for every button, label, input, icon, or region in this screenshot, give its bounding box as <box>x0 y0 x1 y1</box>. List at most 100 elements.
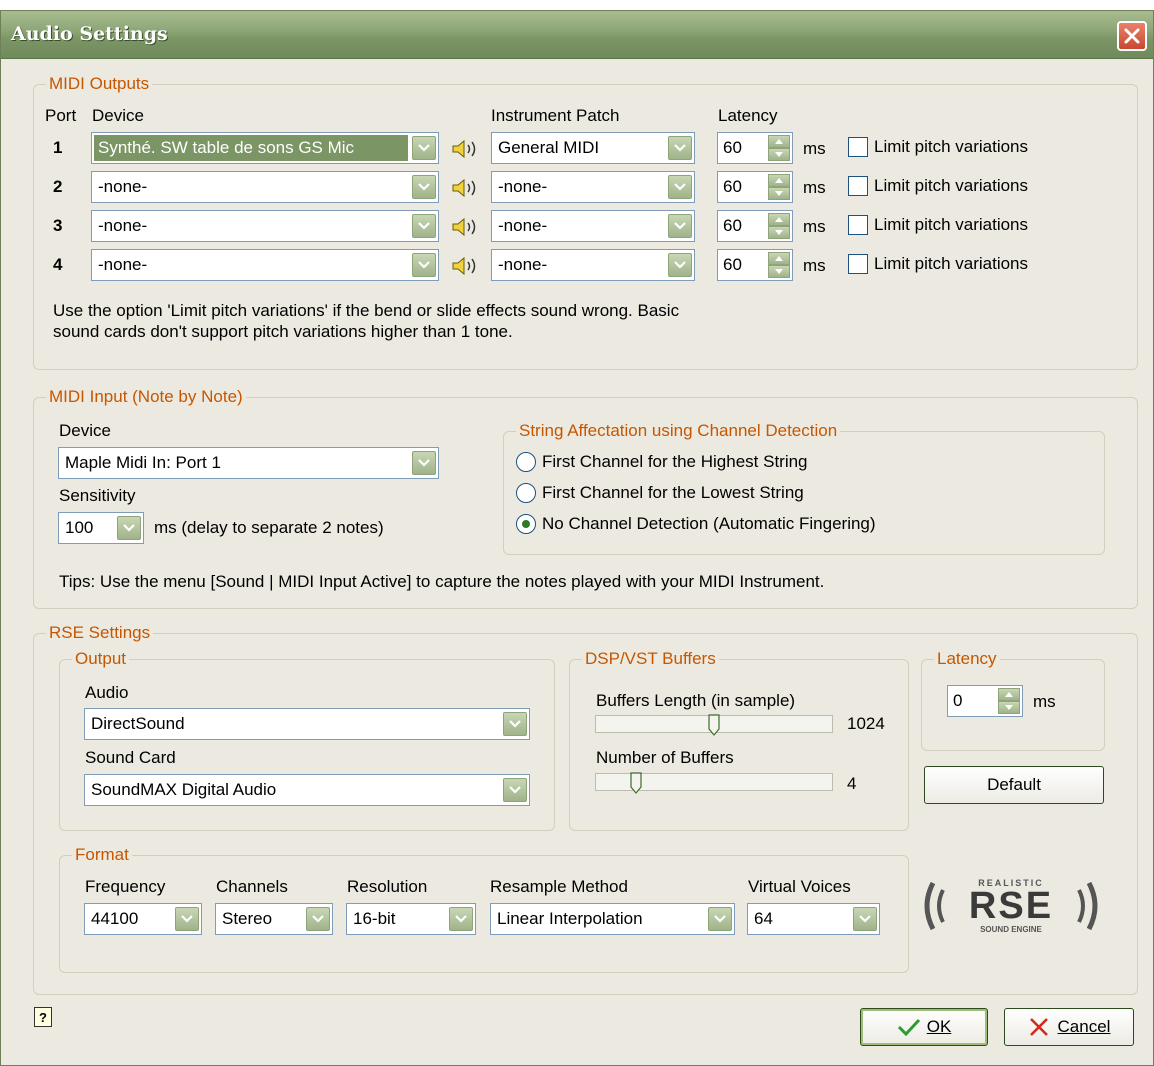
title-bar[interactable]: Audio Settings <box>1 11 1153 59</box>
dropdown-button[interactable] <box>175 907 199 931</box>
output-device-value: -none- <box>98 255 148 274</box>
resample-method-label: Resample Method <box>490 877 628 896</box>
latency-spinner[interactable]: 60 <box>717 171 793 203</box>
limit-pitch-label[interactable]: Limit pitch variations <box>874 137 1028 157</box>
sound-card-select[interactable]: SoundMAX Digital Audio <box>84 774 530 806</box>
instrument-patch-select[interactable]: -none- <box>491 249 695 281</box>
instrument-patch-value: General MIDI <box>498 138 600 157</box>
rse-latency-spinner[interactable]: 0 <box>947 685 1023 717</box>
limit-pitch-checkbox[interactable] <box>848 215 868 235</box>
spin-down-icon[interactable] <box>768 226 790 239</box>
dropdown-button[interactable] <box>708 907 732 931</box>
instrument-patch-select[interactable]: -none- <box>491 171 695 203</box>
instrument-patch-select[interactable]: General MIDI <box>491 132 695 164</box>
ok-button[interactable]: OK <box>860 1008 988 1046</box>
latency-unit: ms <box>803 139 826 158</box>
limit-pitch-checkbox[interactable] <box>848 176 868 196</box>
dropdown-button[interactable] <box>503 712 527 736</box>
dropdown-button[interactable] <box>503 778 527 802</box>
cancel-x-icon <box>1029 1018 1048 1036</box>
dropdown-button[interactable] <box>117 516 141 540</box>
rse-logo-main: RSE <box>968 885 1054 927</box>
buffers-length-slider[interactable] <box>595 714 833 736</box>
spin-up-icon[interactable] <box>768 252 790 265</box>
spin-down-icon[interactable] <box>998 701 1020 714</box>
limit-pitch-label[interactable]: Limit pitch variations <box>874 254 1028 274</box>
sensitivity-label: Sensitivity <box>59 486 136 505</box>
spin-down-icon[interactable] <box>768 187 790 200</box>
resample-method-select[interactable]: Linear Interpolation <box>490 903 735 935</box>
radio-highest-string[interactable] <box>516 452 536 472</box>
frequency-select[interactable]: 44100 <box>84 903 202 935</box>
latency-spinner[interactable]: 60 <box>717 210 793 242</box>
chevron-down-icon <box>418 183 430 191</box>
close-button[interactable] <box>1117 21 1147 51</box>
slider-thumb[interactable] <box>708 714 720 736</box>
dropdown-button[interactable] <box>412 253 436 277</box>
number-of-buffers-slider[interactable] <box>595 772 833 794</box>
limit-pitch-checkbox[interactable] <box>848 254 868 274</box>
speaker-icon[interactable] <box>451 256 481 276</box>
string-affectation-legend: String Affectation using Channel Detecti… <box>516 420 841 442</box>
output-legend: Output <box>72 648 130 670</box>
resolution-value: 16-bit <box>353 909 396 928</box>
buffers-length-label: Buffers Length (in sample) <box>596 691 796 710</box>
speaker-icon[interactable] <box>451 217 481 237</box>
chevron-down-icon <box>418 144 430 152</box>
default-button[interactable]: Default <box>924 766 1104 804</box>
spin-up-icon[interactable] <box>998 688 1020 701</box>
dropdown-button[interactable] <box>668 214 692 238</box>
dropdown-button[interactable] <box>853 907 877 931</box>
slider-thumb[interactable] <box>630 772 642 794</box>
sensitivity-select[interactable]: 100 <box>58 512 144 544</box>
spin-down-icon[interactable] <box>768 265 790 278</box>
latency-unit: ms <box>803 217 826 236</box>
output-device-select[interactable]: Synthé. SW table de sons GS Mic <box>91 132 439 164</box>
limit-pitch-checkbox[interactable] <box>848 137 868 157</box>
chevron-down-icon <box>418 261 430 269</box>
dropdown-button[interactable] <box>668 253 692 277</box>
dropdown-button[interactable] <box>412 451 436 475</box>
dropdown-button[interactable] <box>412 175 436 199</box>
spin-up-icon[interactable] <box>768 174 790 187</box>
frequency-value: 44100 <box>91 909 139 928</box>
resolution-select[interactable]: 16-bit <box>346 903 476 935</box>
radio-highest-string-label[interactable]: First Channel for the Highest String <box>542 452 808 472</box>
dropdown-button[interactable] <box>412 214 436 238</box>
radio-no-channel-detection[interactable] <box>516 514 536 534</box>
dropdown-button[interactable] <box>412 136 436 160</box>
output-device-select[interactable]: -none- <box>91 171 439 203</box>
latency-spinner[interactable]: 60 <box>717 249 793 281</box>
cancel-button[interactable]: Cancel <box>1004 1008 1134 1046</box>
chevron-down-icon <box>418 459 430 467</box>
midi-input-device-select[interactable]: Maple Midi In: Port 1 <box>58 447 439 479</box>
radio-lowest-string[interactable] <box>516 483 536 503</box>
virtual-voices-select[interactable]: 64 <box>747 903 880 935</box>
limit-pitch-label[interactable]: Limit pitch variations <box>874 215 1028 235</box>
dropdown-button[interactable] <box>306 907 330 931</box>
instrument-patch-select[interactable]: -none- <box>491 210 695 242</box>
output-device-select[interactable]: -none- <box>91 210 439 242</box>
midi-input-device-value: Maple Midi In: Port 1 <box>65 453 221 472</box>
dropdown-button[interactable] <box>449 907 473 931</box>
number-of-buffers-label: Number of Buffers <box>596 748 734 767</box>
channels-select[interactable]: Stereo <box>215 903 333 935</box>
instrument-patch-value: -none- <box>498 216 548 235</box>
spin-up-icon[interactable] <box>768 213 790 226</box>
output-device-select[interactable]: -none- <box>91 249 439 281</box>
latency-spinner[interactable]: 60 <box>717 132 793 164</box>
virtual-voices-label: Virtual Voices <box>748 877 851 896</box>
dropdown-button[interactable] <box>668 136 692 160</box>
radio-no-channel-detection-label[interactable]: No Channel Detection (Automatic Fingerin… <box>542 514 876 534</box>
audio-select[interactable]: DirectSound <box>84 708 530 740</box>
help-button[interactable]: ? <box>34 1007 52 1027</box>
speaker-icon[interactable] <box>451 139 481 159</box>
dropdown-button[interactable] <box>668 175 692 199</box>
spin-down-icon[interactable] <box>768 148 790 161</box>
port-number: 4 <box>53 255 63 274</box>
spin-up-icon[interactable] <box>768 135 790 148</box>
limit-pitch-label[interactable]: Limit pitch variations <box>874 176 1028 196</box>
speaker-icon[interactable] <box>451 178 481 198</box>
midi-input-tips: Tips: Use the menu [Sound | MIDI Input A… <box>59 572 825 591</box>
radio-lowest-string-label[interactable]: First Channel for the Lowest String <box>542 483 804 503</box>
